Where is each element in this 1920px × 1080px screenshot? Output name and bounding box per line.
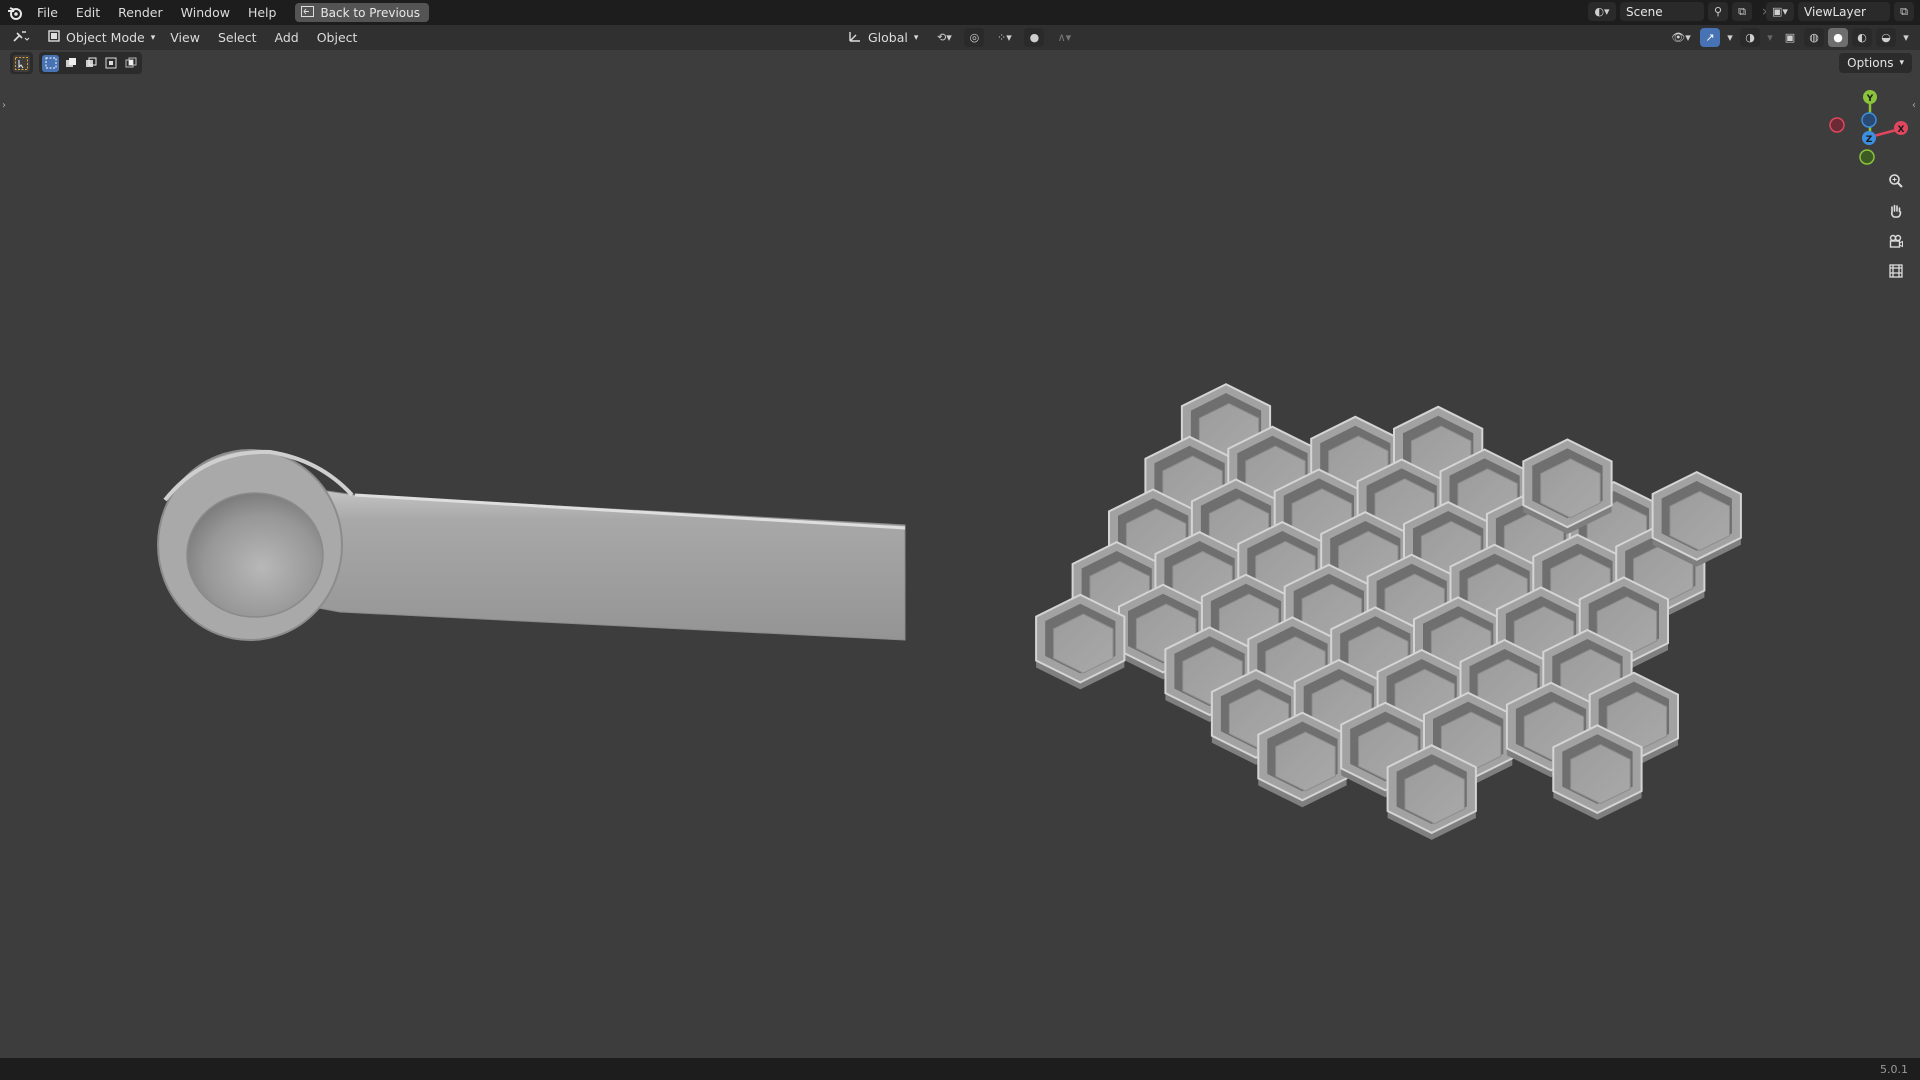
spoon-bowl-cavity bbox=[186, 492, 324, 618]
transform-orientation-dropdown[interactable]: Global ▾ bbox=[842, 28, 924, 47]
menu-render[interactable]: Render bbox=[109, 0, 172, 25]
honeycomb-grid bbox=[1035, 383, 1742, 840]
view-layer-selector: ▣▾ ViewLayer ⧉ × bbox=[1766, 2, 1920, 21]
editor-type-button[interactable] bbox=[6, 28, 36, 47]
orientation-icon bbox=[848, 29, 862, 46]
viewport-canvas[interactable] bbox=[0, 50, 1920, 1058]
view-layer-browse-icon[interactable]: ▣▾ bbox=[1766, 2, 1794, 21]
status-bar: 5.0.1 bbox=[0, 1058, 1920, 1080]
pivot-point-icon[interactable]: ⟲▾ bbox=[930, 28, 958, 47]
material-shading-icon[interactable]: ◐ bbox=[1852, 28, 1872, 47]
blender-logo-icon[interactable] bbox=[2, 0, 28, 25]
options-dropdown[interactable]: Options ▾ bbox=[1839, 53, 1912, 73]
overlays-toggle-icon[interactable]: ◑ bbox=[1740, 28, 1760, 47]
toolbar-expand-icon[interactable]: › bbox=[2, 100, 6, 111]
gizmo-neg-y[interactable] bbox=[1859, 149, 1875, 165]
back-icon bbox=[301, 5, 315, 20]
scene-browse-icon[interactable]: ◐▾ bbox=[1588, 2, 1616, 21]
scene-name-label: Scene bbox=[1626, 4, 1663, 19]
back-to-previous-button[interactable]: Back to Previous bbox=[295, 3, 429, 22]
shading-dropdown-icon[interactable]: ▾ bbox=[1900, 28, 1912, 47]
overlays-dropdown-icon[interactable]: ▾ bbox=[1764, 28, 1776, 47]
pin-icon[interactable]: ⚲ bbox=[1708, 2, 1728, 21]
menu-view[interactable]: View bbox=[161, 25, 209, 50]
menu-object[interactable]: Object bbox=[308, 25, 367, 50]
snap-target-icon[interactable]: ⁘▾ bbox=[990, 28, 1018, 47]
menu-add[interactable]: Add bbox=[266, 25, 308, 50]
top-bar: File Edit Render Window Help Back to Pre… bbox=[0, 0, 1920, 25]
proportional-editing-icon[interactable]: ● bbox=[1024, 28, 1045, 47]
menu-help[interactable]: Help bbox=[239, 0, 286, 25]
zoom-icon[interactable] bbox=[1883, 168, 1909, 194]
version-label: 5.0.1 bbox=[1880, 1063, 1908, 1076]
menu-select[interactable]: Select bbox=[209, 25, 266, 50]
rendered-shading-icon[interactable]: ◒ bbox=[1876, 28, 1896, 47]
gizmo-neg-z[interactable] bbox=[1861, 112, 1877, 128]
snap-toggle-icon[interactable]: ◎ bbox=[964, 28, 985, 47]
gizmo-z-label: Z bbox=[1866, 135, 1873, 145]
gizmo-x-label: X bbox=[1898, 125, 1905, 135]
scene-name-field[interactable]: Scene bbox=[1620, 2, 1704, 21]
chevron-down-icon: ▾ bbox=[150, 32, 156, 43]
gizmo-toggle-icon[interactable]: ↗ bbox=[1700, 28, 1720, 47]
menu-file[interactable]: File bbox=[28, 0, 67, 25]
visibility-icon[interactable]: 👁▾ bbox=[1666, 28, 1696, 47]
xray-toggle-icon[interactable]: ▣ bbox=[1780, 28, 1800, 47]
view-layer-name-field[interactable]: ViewLayer bbox=[1798, 2, 1890, 21]
back-to-previous-label: Back to Previous bbox=[320, 5, 420, 20]
menu-edit[interactable]: Edit bbox=[67, 0, 109, 25]
navigation-gizmo[interactable]: Y Z X bbox=[1820, 82, 1920, 182]
hand-pan-icon[interactable] bbox=[1883, 198, 1909, 224]
new-scene-icon[interactable]: ⧉ bbox=[1732, 2, 1752, 21]
options-label: Options bbox=[1847, 56, 1894, 70]
object-mode-label: Object Mode bbox=[66, 30, 145, 45]
chevron-down-icon: ▾ bbox=[1899, 58, 1904, 68]
scene-selector: ◐▾ Scene ⚲ ⧉ × bbox=[1588, 2, 1776, 21]
viewport-header: Object Mode ▾ View Select Add Object Glo… bbox=[0, 25, 1920, 50]
gizmo-y-label: Y bbox=[1866, 94, 1874, 104]
new-view-layer-icon[interactable]: ⧉ bbox=[1894, 2, 1914, 21]
camera-icon[interactable] bbox=[1883, 228, 1909, 254]
view-layer-name-label: ViewLayer bbox=[1804, 4, 1866, 19]
editor-type-icon bbox=[12, 29, 30, 46]
wireframe-shading-icon[interactable]: ◍ bbox=[1804, 28, 1824, 47]
object-mode-dropdown[interactable]: Object Mode ▾ bbox=[42, 28, 161, 47]
ortho-grid-icon[interactable] bbox=[1883, 258, 1909, 284]
gizmo-neg-x[interactable] bbox=[1829, 117, 1845, 133]
object-mode-icon bbox=[48, 30, 60, 45]
solid-shading-icon[interactable]: ● bbox=[1828, 28, 1848, 47]
falloff-icon[interactable]: ∧▾ bbox=[1050, 28, 1078, 47]
gizmo-dropdown-icon[interactable]: ▾ bbox=[1724, 28, 1736, 47]
transform-orientation-label: Global bbox=[868, 30, 908, 45]
viewport-shading-controls: 👁▾ ↗ ▾ ◑ ▾ ▣ ◍ ● ◐ ◒ ▾ bbox=[1666, 28, 1912, 47]
chevron-down-icon: ▾ bbox=[913, 32, 919, 43]
honeycomb-spoon-model[interactable] bbox=[157, 383, 1742, 840]
spoon-handle bbox=[317, 489, 906, 641]
menu-window[interactable]: Window bbox=[172, 0, 239, 25]
transform-controls: Global ▾ ⟲▾ ◎ ⁘▾ ● ∧▾ bbox=[836, 28, 1078, 47]
